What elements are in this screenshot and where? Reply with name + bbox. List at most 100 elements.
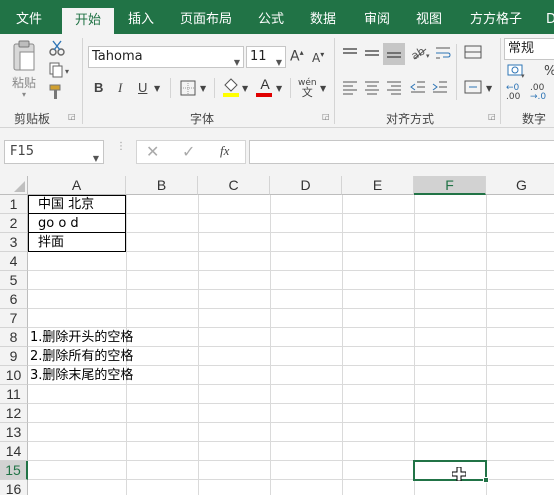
decrease-font-size-button[interactable]: A▾ [312,50,324,65]
decrease-decimal-button[interactable]: .00 →.0 [530,84,546,102]
tab-overflow[interactable]: D [546,0,554,34]
orientation-button[interactable]: ab ▾ [409,44,432,64]
row-header-9[interactable]: 9 [0,347,28,366]
row-header-13[interactable]: 13 [0,423,28,442]
row-header-14[interactable]: 14 [0,442,28,461]
align-center-button[interactable] [362,78,382,98]
spreadsheet-grid: A B C D E F G 1 2 3 4 5 6 7 8 9 10 11 12… [0,176,554,495]
tab-data[interactable]: 数据 [310,0,336,34]
fill-color-dropdown-icon[interactable]: ▼ [242,84,248,93]
wrap-text-button[interactable] [434,44,452,64]
column-header-D[interactable]: D [270,176,342,195]
row-header-16[interactable]: 16 [0,480,28,495]
alignment-launcher-icon[interactable]: ◲ [488,112,496,121]
align-bottom-button[interactable] [383,43,405,65]
formula-input[interactable] [249,140,554,164]
increase-decimal-button[interactable]: ←0.00 [506,84,520,102]
select-all-button[interactable] [0,176,28,195]
font-color-button[interactable]: A [256,76,274,98]
gridline [28,308,554,309]
tab-fangfang[interactable]: 方方格子 [470,0,522,34]
column-header-A[interactable]: A [28,176,126,195]
align-middle-button[interactable] [362,44,382,64]
column-header-B[interactable]: B [126,176,198,195]
font-size-field[interactable]: 11 ▼ [246,46,286,68]
merge-dropdown-icon[interactable]: ▼ [486,84,492,93]
accounting-format-button[interactable]: ▾ [506,62,528,82]
divider [170,78,171,98]
cell-A9[interactable]: 2.删除所有的空格 [30,347,133,366]
fill-color-button[interactable] [222,76,240,98]
font-color-icon: A [260,76,270,92]
increase-indent-button[interactable] [430,78,450,98]
row-header-4[interactable]: 4 [0,252,28,271]
merge-center-button[interactable] [462,78,484,98]
paste-dropdown-icon[interactable]: ▾ [22,90,26,99]
cell-A2[interactable]: go o d [38,214,79,233]
cell-A1[interactable]: 中国 北京 [38,195,94,214]
cell-A8[interactable]: 1.删除开头的空格 [30,328,133,347]
align-left-button[interactable] [340,78,360,98]
phonetic-button[interactable]: wén 文 [298,78,317,98]
font-color-bar [256,93,272,97]
number-format-field[interactable]: 常规 [504,38,554,60]
row-header-8[interactable]: 8 [0,328,28,347]
font-color-dropdown-icon[interactable]: ▼ [276,84,282,93]
tab-insert[interactable]: 插入 [128,0,154,34]
column-header-E[interactable]: E [342,176,414,195]
cut-button[interactable] [48,40,66,56]
copy-button[interactable]: ▾ [48,62,74,78]
align-right-button[interactable] [384,78,404,98]
borders-dropdown-icon[interactable]: ▼ [200,84,206,93]
insert-function-button[interactable]: fx [220,143,229,159]
fill-handle[interactable] [483,477,489,483]
tab-page-layout[interactable]: 页面布局 [180,0,232,34]
underline-button[interactable]: U [138,80,147,95]
tab-formulas[interactable]: 公式 [258,0,284,34]
decrease-indent-button[interactable] [408,78,428,98]
clipboard-launcher-icon[interactable]: ◲ [68,112,76,121]
gridline [28,270,554,271]
cell-A3[interactable]: 拌面 [38,233,64,252]
underline-dropdown-icon[interactable]: ▼ [154,84,160,93]
wrap-button[interactable] [462,42,484,64]
row-header-3[interactable]: 3 [0,233,28,252]
row-header-7[interactable]: 7 [0,309,28,328]
align-top-button[interactable] [340,44,360,64]
paint-bucket-icon [223,78,239,97]
row-header-12[interactable]: 12 [0,404,28,423]
formula-bar-area: F15 ▼ ⋮ ✕ ✓ fx [0,128,554,176]
tab-file[interactable]: 文件 [16,0,42,34]
tab-review[interactable]: 审阅 [364,0,390,34]
merge-center-icon [464,80,482,94]
row-header-1[interactable]: 1 [0,195,28,214]
column-header-F[interactable]: F [414,176,486,195]
percent-button[interactable]: % [544,64,554,79]
paste-button[interactable] [10,40,40,76]
bold-button[interactable]: B [94,80,103,95]
cancel-icon[interactable]: ✕ [146,142,159,161]
cell-A10[interactable]: 3.删除末尾的空格 [30,366,133,385]
borders-button[interactable] [178,80,198,96]
increase-font-size-button[interactable]: A▴ [290,48,304,65]
tab-view[interactable]: 视图 [416,0,442,34]
phonetic-dropdown-icon[interactable]: ▼ [320,84,326,93]
font-name-field[interactable]: Tahoma ▼ [88,46,244,68]
name-box[interactable]: F15 ▼ [4,140,104,164]
format-painter-button[interactable] [48,84,66,100]
row-header-15[interactable]: 15 [0,461,28,480]
font-launcher-icon[interactable]: ◲ [322,112,330,121]
row-header-5[interactable]: 5 [0,271,28,290]
column-header-C[interactable]: C [198,176,270,195]
gridline [28,403,554,404]
check-icon[interactable]: ✓ [182,142,195,161]
tab-home[interactable]: 开始 [62,8,114,34]
row-header-10[interactable]: 10 [0,366,28,385]
row-header-2[interactable]: 2 [0,214,28,233]
column-header-G[interactable]: G [486,176,554,195]
divider [290,78,291,98]
row-header-6[interactable]: 6 [0,290,28,309]
row-header-11[interactable]: 11 [0,385,28,404]
italic-button[interactable]: I [118,80,122,96]
selected-cell-F15[interactable] [413,460,487,481]
